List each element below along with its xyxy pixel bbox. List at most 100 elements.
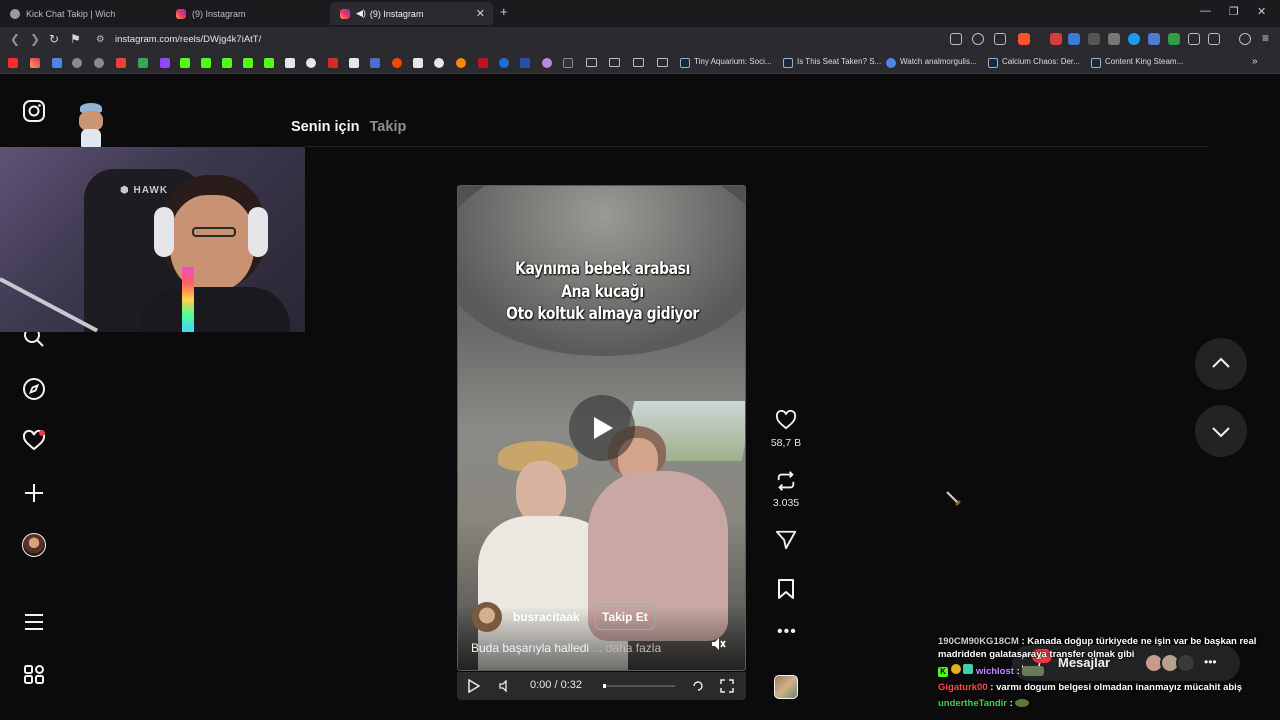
gmail-icon[interactable] (116, 58, 126, 68)
kick-icon[interactable] (243, 58, 253, 68)
bookmark-page-icon[interactable]: ⚑ (70, 32, 81, 46)
twitch-icon[interactable] (160, 58, 170, 68)
kick-icon[interactable] (201, 58, 211, 68)
close-window-icon[interactable]: ✕ (1257, 5, 1266, 18)
kick-icon[interactable] (222, 58, 232, 68)
muted-speaker-icon[interactable] (710, 636, 726, 652)
folder-icon[interactable] (633, 58, 644, 67)
bookmark-icon[interactable] (434, 58, 444, 68)
save-bookmark-icon[interactable] (777, 578, 795, 600)
author-username[interactable]: busracitaak (513, 610, 580, 624)
progress-track[interactable] (603, 684, 675, 688)
bookmark-link[interactable]: Tiny Aquarium: Soci... (694, 57, 772, 66)
youtube-icon[interactable] (8, 58, 18, 68)
bookmark-icon[interactable] (520, 58, 530, 68)
share-icon[interactable] (994, 33, 1006, 45)
browser-tab[interactable]: Kick Chat Takip | Wich (0, 2, 166, 25)
bookmark-link[interactable]: Is This Seat Taken? S... (797, 57, 881, 66)
reddit-icon[interactable] (392, 58, 402, 68)
bookmark-link[interactable]: Watch analmorgulis... (900, 57, 977, 66)
folder-icon[interactable] (657, 58, 668, 67)
browser-tab-active[interactable]: ◀) (9) Instagram ✕ (330, 2, 493, 25)
reload-icon[interactable]: ↻ (49, 32, 59, 46)
restore-icon[interactable]: ❐ (1229, 5, 1239, 18)
loop-icon[interactable] (691, 679, 705, 693)
chevron-down-icon (1212, 427, 1230, 438)
zoom-icon[interactable] (972, 33, 984, 45)
bookmark-icon[interactable] (94, 58, 104, 68)
close-tab-icon[interactable]: ✕ (476, 7, 485, 20)
create-plus-icon[interactable] (22, 481, 46, 505)
bookmark-icon[interactable] (306, 58, 316, 68)
bookmark-icon[interactable] (328, 58, 338, 68)
media-icon[interactable] (1239, 33, 1251, 45)
bookmark-icon[interactable] (456, 58, 466, 68)
notifications-heart-icon[interactable] (22, 429, 46, 453)
extension-icon[interactable] (1108, 33, 1120, 45)
play-button[interactable] (569, 395, 635, 461)
bookmark-icon[interactable] (499, 58, 509, 68)
sidebar-icon[interactable] (1208, 33, 1220, 45)
reel-video[interactable]: Kaynıma bebek arabası Ana kucağı Oto kol… (457, 185, 746, 671)
forward-icon[interactable]: ❯ (30, 32, 40, 46)
brave-shield-icon[interactable] (1018, 33, 1030, 45)
apps-grid-icon[interactable] (22, 663, 46, 687)
instagram-logo-icon[interactable] (22, 99, 46, 123)
next-reel-button[interactable] (1195, 405, 1247, 457)
bookmark-link[interactable]: Content King Steam... (1105, 57, 1183, 66)
site-info-icon[interactable]: ⚙ (96, 30, 105, 49)
repost-icon[interactable] (775, 470, 797, 492)
speaker-icon[interactable]: ◀) (356, 8, 366, 19)
minimize-icon[interactable]: — (1200, 5, 1211, 17)
more-bookmarks-icon[interactable]: » (1252, 56, 1258, 67)
extension-icon[interactable] (1128, 33, 1140, 45)
bookmark-icon[interactable] (413, 58, 423, 68)
bookmarks-bar: Tiny Aquarium: Soci... Is This Seat Take… (0, 52, 1280, 74)
drive-icon[interactable] (138, 58, 148, 68)
browser-tab[interactable]: (9) Instagram (166, 2, 330, 25)
like-heart-icon[interactable] (775, 410, 797, 430)
bookmark-icon[interactable] (542, 58, 552, 68)
play-icon (594, 417, 613, 439)
more-link[interactable]: ... daha fazla (592, 641, 661, 655)
url-field[interactable]: ⚙ instagram.com/reels/DWjg4k7iAtT/ (88, 30, 1038, 49)
bookmark-icon[interactable] (563, 58, 573, 68)
extension-icon[interactable] (1088, 33, 1100, 45)
kick-icon[interactable] (180, 58, 190, 68)
tab-for-you[interactable]: Senin için (291, 119, 360, 135)
x-icon[interactable] (349, 58, 359, 68)
fullscreen-icon[interactable] (720, 679, 734, 693)
extension-icon[interactable] (1148, 33, 1160, 45)
extension-icon[interactable] (1068, 33, 1080, 45)
play-control-icon[interactable] (468, 679, 480, 693)
new-tab-button[interactable]: + (500, 4, 508, 19)
tab-following[interactable]: Takip (370, 119, 407, 135)
profile-avatar[interactable] (22, 533, 46, 557)
like-count: 58,7 B (770, 437, 802, 449)
bookmark-icon[interactable] (285, 58, 295, 68)
extension-icon[interactable] (1168, 33, 1180, 45)
audio-thumbnail[interactable] (774, 675, 798, 699)
bookmark-icon[interactable] (478, 58, 488, 68)
cast-icon[interactable] (950, 33, 962, 45)
volume-icon[interactable] (498, 679, 510, 693)
back-icon[interactable]: ❮ (10, 32, 20, 46)
explore-icon[interactable] (22, 377, 46, 401)
more-options-icon[interactable]: ••• (777, 624, 797, 640)
share-icon[interactable] (775, 529, 797, 551)
follow-button[interactable]: Takip Et (595, 604, 655, 630)
folder-icon[interactable] (586, 58, 597, 67)
bookmark-icon[interactable] (72, 58, 82, 68)
extension-icon[interactable] (1050, 33, 1062, 45)
folder-icon[interactable] (609, 58, 620, 67)
bookmark-icon[interactable] (370, 58, 380, 68)
previous-reel-button[interactable] (1195, 338, 1247, 390)
kick-icon[interactable] (264, 58, 274, 68)
more-menu-icon[interactable] (22, 610, 46, 634)
menu-icon[interactable]: ≡ (1262, 31, 1269, 45)
bookmark-icon[interactable] (52, 58, 62, 68)
bookmark-link[interactable]: Calcium Chaos: Der... (1002, 57, 1080, 66)
instagram-icon[interactable] (30, 58, 40, 68)
author-avatar[interactable] (472, 602, 502, 632)
extensions-puzzle-icon[interactable] (1188, 33, 1200, 45)
